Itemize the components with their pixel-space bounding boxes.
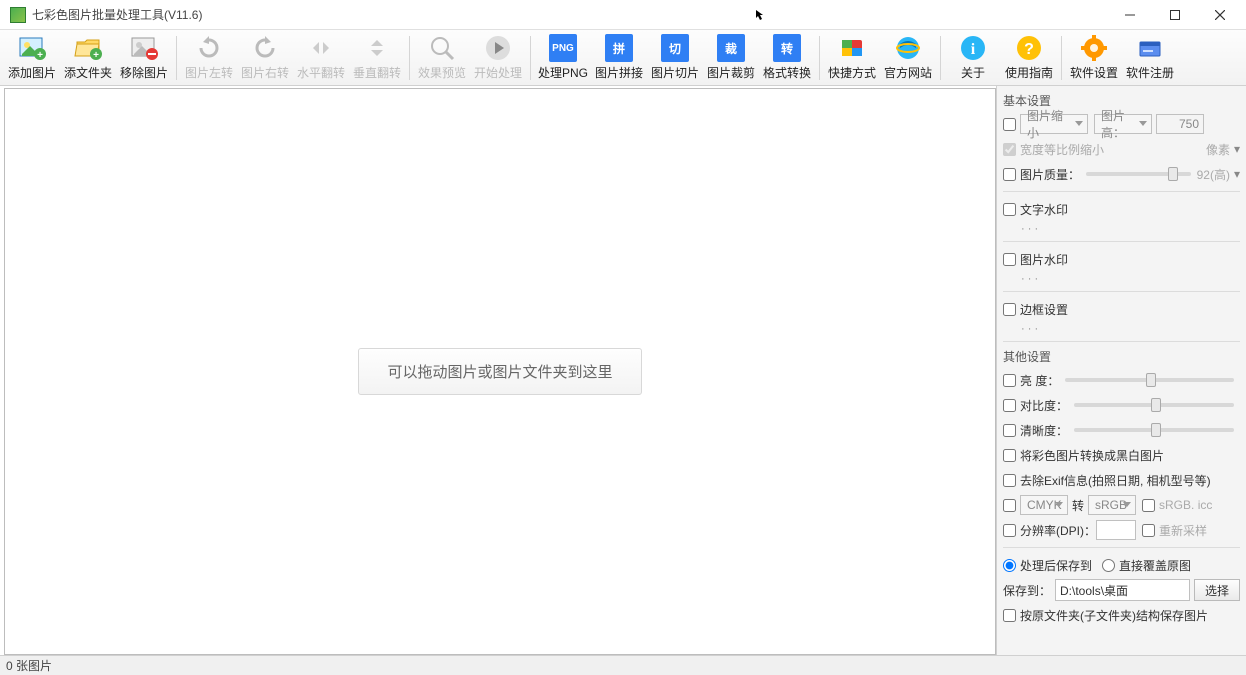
preview-button[interactable]: 效果预览 [414,32,470,84]
brightness-checkbox[interactable] [1003,374,1016,387]
window-title: 七彩色图片批量处理工具(V11.6) [32,6,755,23]
add-image-button[interactable]: +添加图片 [4,32,60,84]
other-header: 其他设置 [1003,348,1240,365]
image-watermark-checkbox[interactable] [1003,253,1016,266]
border-checkbox[interactable] [1003,303,1016,316]
statusbar: 0 张图片 [0,655,1246,675]
add-folder-button[interactable]: +添文件夹 [60,32,116,84]
dpi-checkbox[interactable] [1003,524,1016,537]
svg-text:+: + [37,50,43,61]
colorspace-checkbox[interactable] [1003,499,1016,512]
icc-checkbox[interactable] [1142,499,1155,512]
gear-icon [1080,34,1108,62]
quality-checkbox[interactable] [1003,168,1016,181]
cursor-icon [755,9,767,21]
keep-ratio-checkbox [1003,143,1016,156]
shortcut-button[interactable]: 快捷方式 [824,32,880,84]
svg-text:i: i [971,41,976,58]
start-button[interactable]: 开始处理 [470,32,526,84]
cmyk-select[interactable]: CMYK [1020,495,1068,515]
slice-button[interactable]: 切图片切片 [647,32,703,84]
play-icon [484,34,512,62]
titlebar: 七彩色图片批量处理工具(V11.6) [0,0,1246,30]
folder-icon: + [74,34,102,62]
app-icon [10,7,26,23]
rotate-left-button[interactable]: 图片左转 [181,32,237,84]
save-to-label: 保存到： [1003,582,1051,599]
register-icon [1136,34,1164,62]
magnifier-icon [428,34,456,62]
register-button[interactable]: 软件注册 [1122,32,1178,84]
crop-button[interactable]: 裁图片裁剪 [703,32,759,84]
text-watermark-checkbox[interactable] [1003,203,1016,216]
help-icon: ? [1015,34,1043,62]
remove-image-icon [130,34,158,62]
drop-hint: 可以拖动图片或图片文件夹到这里 [358,348,641,395]
website-button[interactable]: 官方网站 [880,32,936,84]
guide-button[interactable]: ?使用指南 [1001,32,1057,84]
convert-tile-icon: 转 [773,34,801,62]
save-path-field[interactable]: D:\tools\桌面 [1055,579,1190,601]
sharpness-slider[interactable] [1074,428,1234,432]
save-to-radio[interactable] [1003,559,1016,572]
sharpness-checkbox[interactable] [1003,424,1016,437]
settings-button[interactable]: 软件设置 [1066,32,1122,84]
overwrite-radio[interactable] [1102,559,1115,572]
flip-horizontal-button[interactable]: 水平翻转 [293,32,349,84]
about-button[interactable]: i关于 [945,32,1001,84]
srgb-select[interactable]: sRGB [1088,495,1136,515]
png-button[interactable]: PNG处理PNG [535,32,591,84]
minimize-button[interactable] [1107,1,1152,29]
height-label-select[interactable]: 图片高： [1094,114,1152,134]
toolbar: +添加图片 +添文件夹 移除图片 图片左转 图片右转 水平翻转 垂直翻转 效果预… [0,30,1246,86]
svg-text:+: + [93,50,99,61]
rotate-right-button[interactable]: 图片右转 [237,32,293,84]
maximize-button[interactable] [1152,1,1197,29]
shrink-select[interactable]: 图片缩小 [1020,114,1088,134]
crop-tile-icon: 裁 [717,34,745,62]
slice-tile-icon: 切 [661,34,689,62]
quality-slider[interactable] [1086,172,1191,176]
shortcut-icon [838,34,866,62]
rotate-right-icon [251,34,279,62]
svg-text:?: ? [1024,41,1034,58]
status-count: 0 张图片 [6,657,52,674]
convert-button[interactable]: 转格式转换 [759,32,815,84]
flip-vertical-button[interactable]: 垂直翻转 [349,32,405,84]
resample-checkbox[interactable] [1142,524,1155,537]
flip-v-icon [363,34,391,62]
keep-tree-checkbox[interactable] [1003,609,1016,622]
bw-checkbox[interactable] [1003,449,1016,462]
rotate-left-icon [195,34,223,62]
remove-image-button[interactable]: 移除图片 [116,32,172,84]
canvas-drop-area[interactable]: 可以拖动图片或图片文件夹到这里 [4,88,996,655]
browse-button[interactable]: 选择 [1194,579,1240,601]
info-icon: i [959,34,987,62]
dpi-input[interactable] [1096,520,1136,540]
flip-h-icon [307,34,335,62]
brightness-slider[interactable] [1065,378,1234,382]
unit-label: 像素 [1206,141,1230,158]
join-button[interactable]: 拼图片拼接 [591,32,647,84]
contrast-slider[interactable] [1074,403,1234,407]
png-tile-icon: PNG [549,34,577,62]
add-image-icon: + [18,34,46,62]
height-input[interactable] [1156,114,1204,134]
shrink-checkbox[interactable] [1003,118,1016,131]
join-tile-icon: 拼 [605,34,633,62]
ie-icon [894,34,922,62]
exif-checkbox[interactable] [1003,474,1016,487]
close-button[interactable] [1197,1,1242,29]
quality-value: 92(高) [1197,166,1230,183]
contrast-checkbox[interactable] [1003,399,1016,412]
settings-panel: 基本设置 图片缩小 图片高： 宽度等比例缩小 像素 ▾ 图片质量： 92(高) … [996,86,1246,655]
